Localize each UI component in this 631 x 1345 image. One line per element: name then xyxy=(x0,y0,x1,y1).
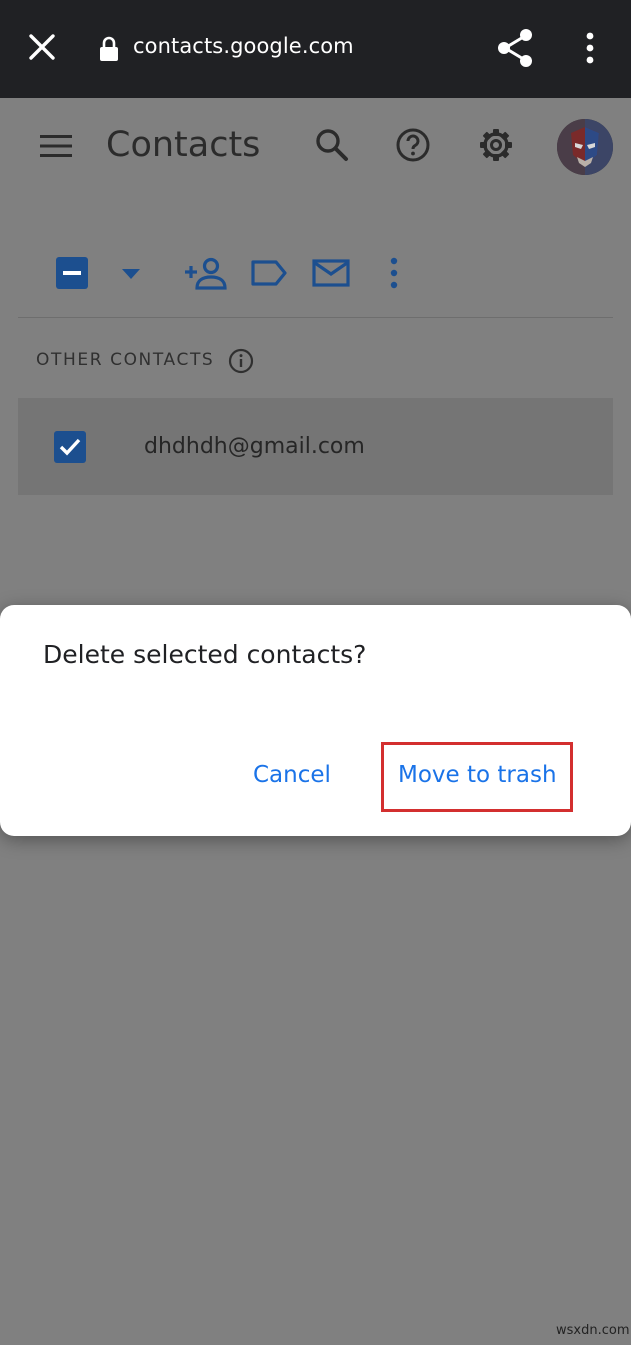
selection-toolbar xyxy=(0,253,631,298)
lock-icon xyxy=(100,36,118,61)
share-icon[interactable] xyxy=(495,27,537,69)
menu-icon[interactable] xyxy=(38,132,74,160)
info-icon[interactable] xyxy=(228,348,254,374)
mail-icon[interactable] xyxy=(312,259,350,287)
label-icon[interactable] xyxy=(250,259,288,287)
close-icon[interactable] xyxy=(24,29,60,65)
url-text[interactable]: contacts.google.com xyxy=(133,34,354,58)
caret-down-icon[interactable] xyxy=(120,267,142,281)
browser-toolbar: contacts.google.com xyxy=(0,0,631,98)
contact-email: dhdhdh@gmail.com xyxy=(144,434,365,459)
highlight-box xyxy=(381,742,573,812)
checkbox-checked-icon[interactable] xyxy=(53,430,87,464)
more-vert-icon[interactable] xyxy=(577,30,603,66)
help-icon[interactable] xyxy=(395,127,431,163)
avatar[interactable] xyxy=(557,119,613,175)
settings-icon[interactable] xyxy=(477,126,515,164)
section-label: OTHER CONTACTS xyxy=(36,350,215,370)
contact-row[interactable]: dhdhdh@gmail.com xyxy=(18,398,613,495)
cancel-button[interactable]: Cancel xyxy=(253,762,331,788)
watermark: wsxdn.com xyxy=(556,1323,630,1338)
divider xyxy=(18,317,613,318)
delete-dialog: Delete selected contacts? Cancel Move to… xyxy=(0,605,631,836)
indeterminate-checkbox-icon[interactable] xyxy=(55,256,89,290)
add-person-icon[interactable] xyxy=(183,256,227,290)
more-vert-icon[interactable] xyxy=(385,256,403,290)
app-title: Contacts xyxy=(106,125,261,165)
search-icon[interactable] xyxy=(313,126,351,164)
dialog-title: Delete selected contacts? xyxy=(43,640,367,669)
